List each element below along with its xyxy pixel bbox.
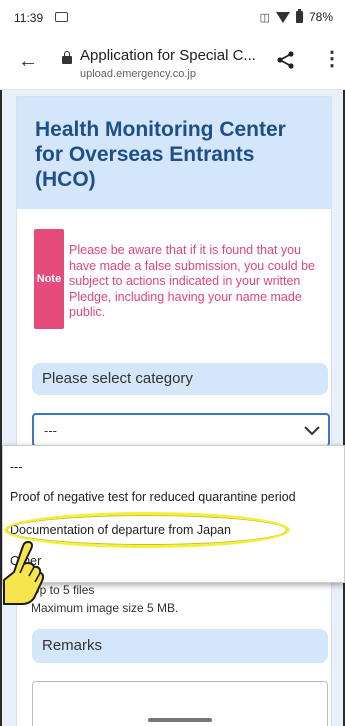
category-select-value: --- — [44, 423, 57, 438]
lock-icon[interactable] — [62, 51, 72, 64]
status-icons: ◫ 78% — [259, 9, 333, 24]
wifi-icon — [275, 11, 290, 23]
note-text: Please be aware that if it is found that… — [69, 243, 315, 319]
web-page: Health Monitoring Center for Overseas En… — [2, 90, 343, 726]
page-url[interactable]: upload.emergency.co.jp — [80, 68, 196, 80]
note-tag: Note — [34, 229, 64, 329]
screen-cast-icon — [55, 12, 68, 22]
category-select[interactable]: --- — [32, 413, 330, 447]
highlight-ellipse — [4, 512, 290, 548]
back-arrow-icon[interactable]: ← — [18, 49, 38, 73]
gesture-nav-bar[interactable] — [148, 718, 212, 722]
battery-icon — [295, 9, 303, 23]
battery-level: 78% — [308, 10, 333, 24]
remarks-label: Remarks — [32, 629, 328, 663]
pointing-hand-icon — [3, 541, 44, 605]
overflow-menu-icon[interactable]: ⋮ — [322, 48, 342, 70]
vibrate-icon: ◫ — [259, 11, 270, 24]
category-label: Please select category — [32, 363, 328, 395]
chevron-down-icon — [304, 426, 320, 436]
status-time: 11:39 — [14, 11, 44, 25]
header-title: Health Monitoring Center for Overseas En… — [35, 118, 286, 191]
status-bar: 11:39 ◫ 78% — [0, 0, 345, 34]
form-card: Health Monitoring Center for Overseas En… — [16, 96, 332, 726]
page-header: Health Monitoring Center for Overseas En… — [17, 97, 331, 209]
share-icon[interactable] — [276, 50, 296, 70]
page-title[interactable]: Application for Special C... — [80, 47, 256, 64]
browser-toolbar: ← Application for Special C... upload.em… — [0, 34, 345, 90]
dropdown-option-none[interactable]: --- — [10, 460, 23, 474]
max-image-size-text: Maximum image size 5 MB. — [31, 601, 179, 615]
dropdown-option-negative-test[interactable]: Proof of negative test for reduced quara… — [10, 490, 296, 504]
